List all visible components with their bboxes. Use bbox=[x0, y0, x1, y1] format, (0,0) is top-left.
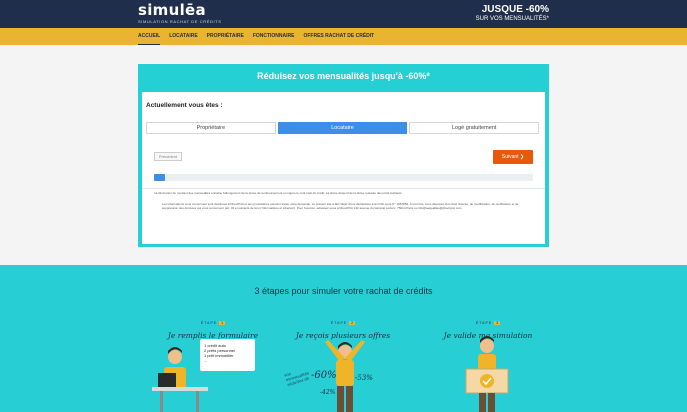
main-nav: ACCUEIL LOCATAIRE PROPRIÉTAIRE FONCTIONN… bbox=[0, 28, 687, 45]
promo-banner: JUSQUE -60% SUR VOS MENSUALITÉS* bbox=[476, 4, 549, 23]
step-tag: ÉTAPE bbox=[475, 321, 493, 325]
site-logo[interactable]: simulēa SIMULATION RACHAT DE CRÉDITS bbox=[138, 1, 222, 25]
nav-item-fonctionnaire[interactable]: FONCTIONNAIRE bbox=[253, 28, 295, 45]
step-number: 3 bbox=[494, 321, 501, 325]
simulator-card: Réduisez vos mensualités jusqu'à -60%* A… bbox=[138, 64, 549, 247]
nav-item-accueil[interactable]: ACCUEIL bbox=[138, 28, 161, 45]
steps-title: 3 étapes pour simuler votre rachat de cr… bbox=[254, 286, 433, 296]
next-button[interactable]: Suivant ❯ bbox=[493, 150, 533, 164]
promo-sub: SUR VOS MENSUALITÉS* bbox=[475, 16, 549, 22]
nav-item-locataire[interactable]: LOCATAIRE bbox=[169, 28, 197, 45]
bubble-line: ... bbox=[204, 358, 208, 363]
legal-notice: La diminution du montant des mensualités… bbox=[154, 191, 403, 195]
validating-person-illustration bbox=[465, 336, 509, 412]
option-loge-gratuitement[interactable]: Logé gratuitement bbox=[409, 122, 540, 134]
percent-small: -42% bbox=[320, 389, 336, 396]
progress-bar bbox=[154, 174, 533, 181]
top-header: simulēa SIMULATION RACHAT DE CRÉDITS JUS… bbox=[0, 0, 687, 28]
step-tag: ÉTAPE bbox=[200, 321, 218, 325]
progress-fill bbox=[154, 174, 166, 181]
step-number: 2 bbox=[349, 321, 356, 325]
step-1: ÉTAPE 1 Je remplis le formulaire bbox=[158, 311, 268, 340]
nav-item-proprietaire[interactable]: PROPRIÉTAIRE bbox=[207, 28, 244, 45]
step-tag: ÉTAPE bbox=[330, 321, 348, 325]
divider bbox=[142, 188, 545, 189]
logo-tagline: SIMULATION RACHAT DE CRÉDITS bbox=[138, 19, 222, 24]
simulator-form: Actuellement vous êtes : Propriétaire Lo… bbox=[142, 92, 545, 244]
promo-main: JUSQUE -60% bbox=[481, 4, 549, 15]
logo-text: simulēa bbox=[138, 1, 206, 19]
nav-item-offres[interactable]: OFFRES RACHAT DE CRÉDIT bbox=[303, 28, 374, 45]
step-number: 1 bbox=[219, 321, 226, 325]
simulator-title: Réduisez vos mensualités jusqu'à -60%* bbox=[257, 71, 430, 81]
speech-bubble: 1 crédit auto 2 prêts personnel 1 prêt i… bbox=[200, 339, 255, 371]
option-locataire[interactable]: Locataire bbox=[277, 122, 408, 134]
option-proprietaire[interactable]: Propriétaire bbox=[146, 122, 276, 134]
percent-big: -60% bbox=[311, 370, 337, 381]
housing-options: Propriétaire Locataire Logé gratuitement bbox=[146, 122, 540, 134]
question-label: Actuellement vous êtes : bbox=[146, 102, 223, 109]
privacy-notice: Les informations vous concernant sont de… bbox=[162, 202, 519, 210]
previous-button[interactable]: Précédent bbox=[154, 152, 182, 161]
percent-mid: -53% bbox=[355, 374, 373, 382]
